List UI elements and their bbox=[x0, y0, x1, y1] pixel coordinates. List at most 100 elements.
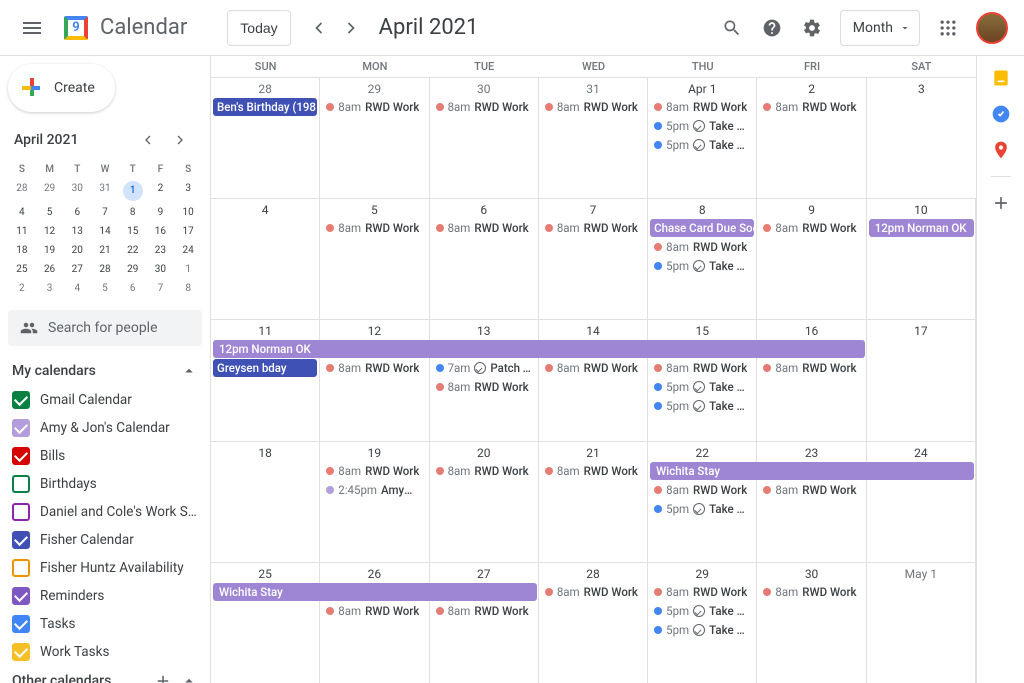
day-cell[interactable]: 298amRWD Work bbox=[320, 78, 429, 198]
calendar-item[interactable]: Tasks bbox=[8, 610, 202, 638]
event[interactable]: 8amRWD Work bbox=[650, 98, 754, 116]
calendar-checkbox[interactable] bbox=[12, 503, 30, 521]
day-cell[interactable]: May 1 bbox=[867, 563, 976, 683]
search-people-input[interactable]: Search for people bbox=[8, 310, 202, 346]
event[interactable]: 8amRWD Work bbox=[541, 98, 645, 116]
mini-day[interactable]: 8 bbox=[174, 279, 202, 298]
day-cell[interactable]: 198amRWD Work2:45pmAmy@EyeD bbox=[320, 442, 429, 562]
maps-icon[interactable] bbox=[991, 140, 1011, 160]
mini-day[interactable]: 5 bbox=[36, 203, 64, 222]
day-cell[interactable]: 278amRWD Work bbox=[430, 563, 539, 683]
event[interactable]: 5pmTake out tr bbox=[650, 500, 754, 518]
event[interactable]: Greysen bday bbox=[213, 359, 317, 377]
mini-day[interactable]: 27 bbox=[63, 260, 91, 279]
mini-day[interactable]: 25 bbox=[8, 260, 36, 279]
event[interactable]: 5pmTake out tr bbox=[650, 397, 754, 415]
add-panel-icon[interactable] bbox=[991, 193, 1011, 213]
other-calendars-header[interactable]: Other calendars bbox=[8, 666, 202, 683]
search-icon[interactable] bbox=[712, 8, 752, 48]
event[interactable]: 8amRWD Work bbox=[759, 583, 863, 601]
my-calendars-header[interactable]: My calendars bbox=[8, 356, 202, 386]
day-cell[interactable]: 8Chase Card Due Soo8amRWD Work5pmTake ou… bbox=[648, 199, 757, 319]
day-cell[interactable]: 3 bbox=[867, 78, 976, 198]
next-month-button[interactable] bbox=[335, 12, 367, 44]
mini-day[interactable]: 10 bbox=[174, 203, 202, 222]
day-cell[interactable]: 28Ben's Birthday (1981 bbox=[211, 78, 320, 198]
event[interactable]: 5pmTake out tr bbox=[650, 621, 754, 639]
calendar-item[interactable]: Amy & Jon's Calendar bbox=[8, 414, 202, 442]
event[interactable]: 8amRWD Work bbox=[432, 602, 536, 620]
day-cell[interactable]: 78amRWD Work bbox=[539, 199, 648, 319]
event[interactable]: 8amRWD Work bbox=[432, 378, 536, 396]
mini-day[interactable]: 23 bbox=[147, 241, 175, 260]
mini-day[interactable]: 4 bbox=[63, 279, 91, 298]
event[interactable]: 8amRWD Work bbox=[650, 359, 754, 377]
day-cell[interactable]: 98amRWD Work bbox=[757, 199, 866, 319]
day-cell[interactable]: 238amRWD Work bbox=[757, 442, 866, 562]
mini-day[interactable]: 6 bbox=[119, 279, 147, 298]
mini-day[interactable]: 22 bbox=[119, 241, 147, 260]
create-button[interactable]: Create bbox=[8, 64, 115, 112]
day-cell[interactable]: 128amRWD Work bbox=[320, 320, 429, 440]
day-cell[interactable]: 208amRWD Work bbox=[430, 442, 539, 562]
event[interactable]: 8amRWD Work bbox=[322, 359, 426, 377]
event[interactable]: Chase Card Due Soo bbox=[650, 219, 754, 237]
add-icon[interactable] bbox=[154, 672, 172, 683]
prev-month-button[interactable] bbox=[303, 12, 335, 44]
hamburger-menu[interactable] bbox=[8, 4, 56, 52]
mini-day[interactable]: 5 bbox=[91, 279, 119, 298]
event[interactable]: 8amRWD Work bbox=[759, 359, 863, 377]
event[interactable]: 8amRWD Work bbox=[432, 219, 536, 237]
mini-day[interactable]: 4 bbox=[8, 203, 36, 222]
day-cell[interactable]: 168amRWD Work bbox=[757, 320, 866, 440]
mini-day[interactable]: 2 bbox=[147, 179, 175, 203]
day-cell[interactable]: 288amRWD Work bbox=[539, 563, 648, 683]
mini-day[interactable]: 1 bbox=[174, 260, 202, 279]
mini-day[interactable]: 30 bbox=[63, 179, 91, 203]
calendar-item[interactable]: Birthdays bbox=[8, 470, 202, 498]
calendar-checkbox[interactable] bbox=[12, 643, 30, 661]
multi-day-event[interactable]: Wichita Stay bbox=[213, 583, 537, 601]
calendar-checkbox[interactable] bbox=[12, 419, 30, 437]
day-cell[interactable]: 298amRWD Work5pmTake out re5pmTake out t… bbox=[648, 563, 757, 683]
day-cell[interactable]: 25 bbox=[211, 563, 320, 683]
event[interactable]: 8amRWD Work bbox=[322, 462, 426, 480]
calendar-checkbox[interactable] bbox=[12, 447, 30, 465]
mini-day[interactable]: 15 bbox=[119, 222, 147, 241]
event[interactable]: 5pmTake out re bbox=[650, 378, 754, 396]
day-cell[interactable]: 308amRWD Work bbox=[430, 78, 539, 198]
calendar-item[interactable]: Bills bbox=[8, 442, 202, 470]
calendar-item[interactable]: Fisher Huntz Availability bbox=[8, 554, 202, 582]
multi-day-event[interactable]: 12pm Norman OK bbox=[869, 219, 974, 237]
event[interactable]: 7amPatch Tues bbox=[432, 359, 536, 377]
day-cell[interactable]: 58amRWD Work bbox=[320, 199, 429, 319]
account-avatar[interactable] bbox=[976, 12, 1008, 44]
mini-day[interactable]: 21 bbox=[91, 241, 119, 260]
mini-prev-button[interactable] bbox=[132, 124, 164, 156]
event[interactable]: 8amRWD Work bbox=[759, 481, 863, 499]
mini-day[interactable]: 9 bbox=[147, 203, 175, 222]
keep-icon[interactable] bbox=[991, 68, 1011, 88]
event[interactable]: 5pmTake out tr bbox=[650, 257, 754, 275]
mini-day[interactable]: 13 bbox=[63, 222, 91, 241]
event[interactable]: 8amRWD Work bbox=[541, 359, 645, 377]
calendar-item[interactable]: Daniel and Cole's Work Sc... bbox=[8, 498, 202, 526]
mini-day[interactable]: 3 bbox=[174, 179, 202, 203]
day-cell[interactable]: 318amRWD Work bbox=[539, 78, 648, 198]
mini-day[interactable]: 8 bbox=[119, 203, 147, 222]
mini-day[interactable]: 14 bbox=[91, 222, 119, 241]
calendar-item[interactable]: Gmail Calendar bbox=[8, 386, 202, 414]
calendar-item[interactable]: Fisher Calendar bbox=[8, 526, 202, 554]
event[interactable]: 8amRWD Work bbox=[759, 219, 863, 237]
mini-day[interactable]: 12 bbox=[36, 222, 64, 241]
day-cell[interactable]: 218amRWD Work bbox=[539, 442, 648, 562]
day-cell[interactable]: 308amRWD Work bbox=[757, 563, 866, 683]
mini-day[interactable]: 28 bbox=[91, 260, 119, 279]
mini-day[interactable]: 24 bbox=[174, 241, 202, 260]
calendar-checkbox[interactable] bbox=[12, 587, 30, 605]
day-cell[interactable]: 15Mom & Dad's Annive8amRWD Work5pmTake o… bbox=[648, 320, 757, 440]
mini-day[interactable]: 17 bbox=[174, 222, 202, 241]
mini-day[interactable]: 20 bbox=[63, 241, 91, 260]
event[interactable]: 5pmTake out tr bbox=[650, 136, 754, 154]
mini-next-button[interactable] bbox=[164, 124, 196, 156]
